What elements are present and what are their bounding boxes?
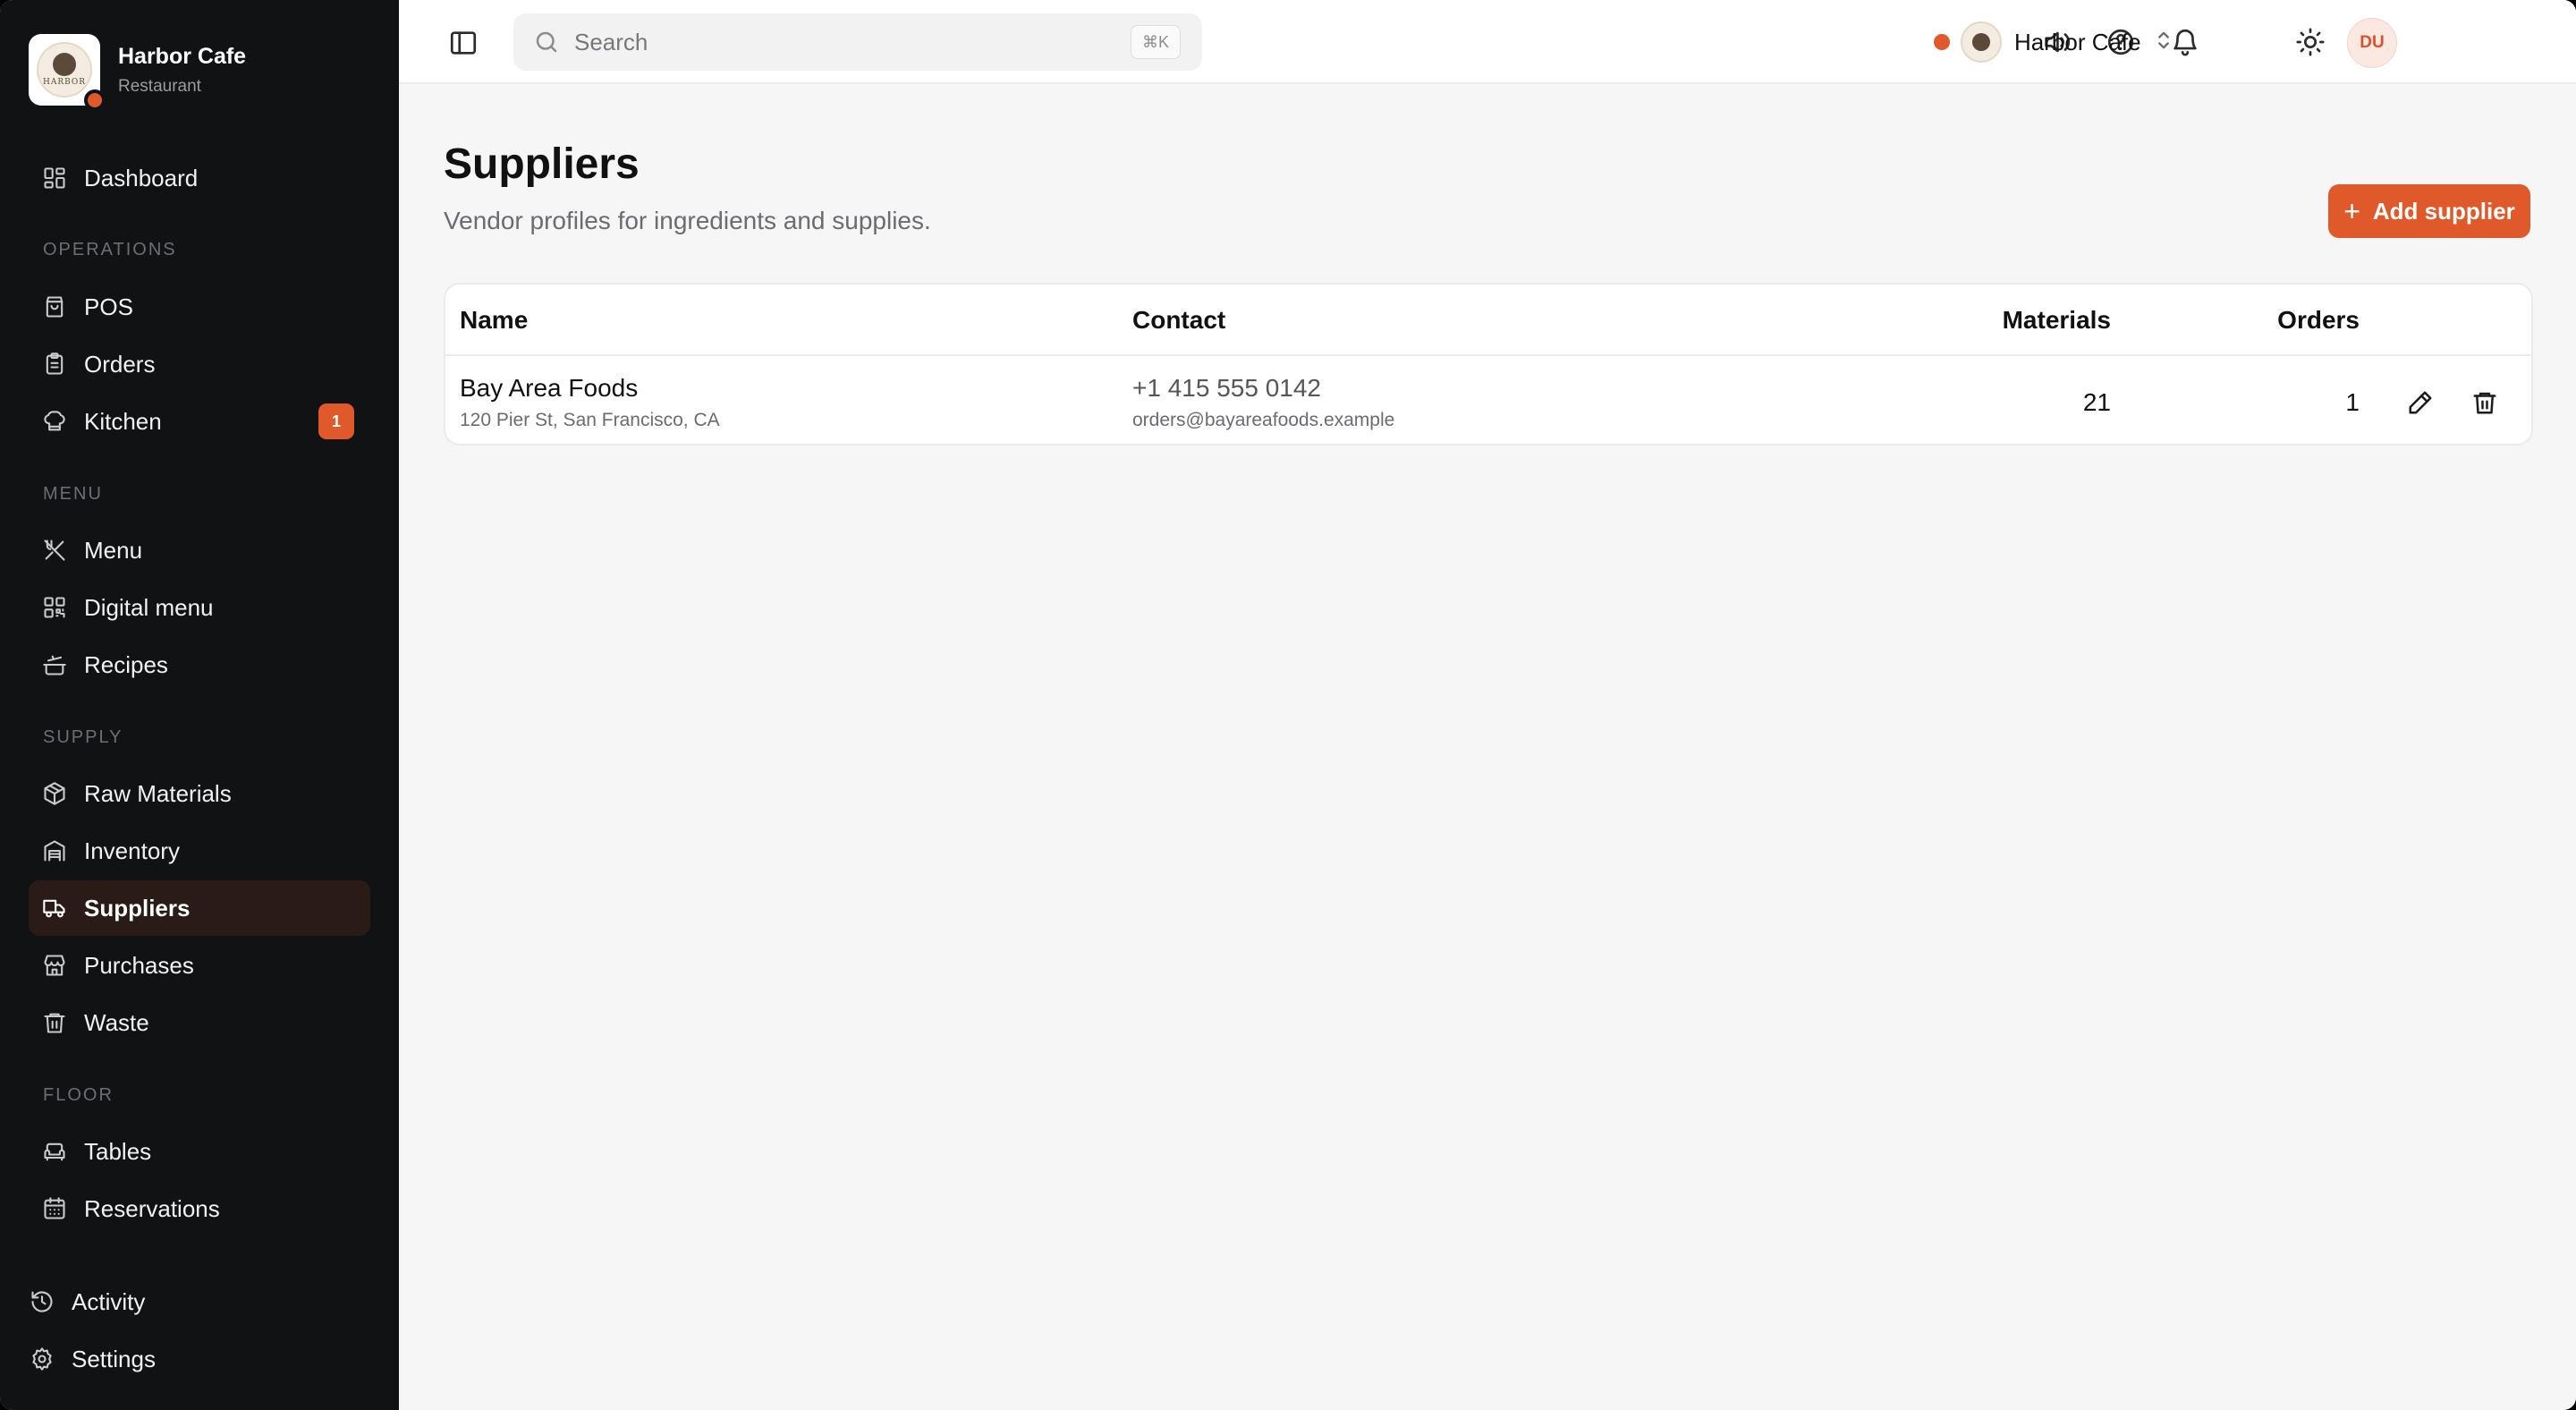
chef-hat-icon (41, 408, 68, 435)
store-icon (41, 952, 68, 979)
sidebar-item-tables[interactable]: Tables (29, 1124, 370, 1179)
dashboard-icon (41, 165, 68, 191)
supplier-materials-count: 21 (2082, 388, 2111, 416)
search-icon (536, 31, 557, 53)
column-header-orders[interactable]: Orders (2277, 306, 2360, 335)
section-label-floor: FLOOR (43, 1085, 114, 1105)
gear-icon (29, 1346, 55, 1372)
truck-icon (41, 895, 68, 922)
warehouse-icon (41, 837, 68, 864)
sidebar-item-label: Waste (84, 1008, 149, 1036)
sidebar-item-reservations[interactable]: Reservations (29, 1181, 370, 1236)
history-icon (29, 1288, 55, 1315)
suppliers-table: Name Contact Materials Orders Bay Area F… (444, 283, 2533, 446)
sidebar-item-menu[interactable]: Menu (29, 522, 370, 578)
topbar: ⌘K Harbor Cafe DU (399, 0, 2576, 84)
sidebar-item-label: POS (84, 293, 133, 320)
sidebar-item-pos[interactable]: POS (29, 279, 370, 335)
add-supplier-button[interactable]: + Add supplier (2328, 184, 2530, 238)
sidebar-item-label: Tables (84, 1137, 152, 1165)
calendar-icon (41, 1195, 68, 1222)
add-supplier-label: Add supplier (2372, 197, 2515, 225)
utensils-icon (41, 537, 68, 564)
delete-icon[interactable] (2467, 385, 2503, 420)
plus-icon: + (2343, 195, 2360, 227)
org-logo (1961, 21, 2002, 63)
chevron-up-down-icon (2154, 28, 2174, 57)
org-status-dot (1934, 34, 1950, 50)
page-title: Suppliers (444, 140, 640, 188)
shopping-bag-icon (41, 293, 68, 320)
sidebar-item-label: Raw Materials (84, 779, 232, 807)
column-header-contact[interactable]: Contact (1132, 306, 1225, 335)
sidebar-item-label: Orders (84, 350, 156, 378)
sidebar-item-inventory[interactable]: Inventory (29, 823, 370, 879)
sun-icon[interactable] (2293, 25, 2327, 59)
sidebar-item-label: Dashboard (84, 164, 199, 191)
sidebar-item-purchases[interactable]: Purchases (29, 938, 370, 993)
main-content: ⌘K Harbor Cafe DU Suppliers Ven (399, 0, 2576, 1410)
clipboard-icon (41, 351, 68, 378)
kitchen-count-badge: 1 (318, 403, 354, 439)
brand-name: Harbor Cafe (118, 43, 247, 69)
table-header: Name Contact Materials Orders (445, 285, 2531, 356)
sidebar-item-label: Kitchen (84, 407, 162, 435)
sidebar-item-label: Menu (84, 536, 143, 564)
search-box[interactable]: ⌘K (513, 13, 1202, 71)
cooking-pot-icon (41, 651, 68, 678)
brand-logo-word: HARBOR (42, 78, 87, 87)
supplier-orders-count: 1 (2345, 388, 2360, 416)
page-subtitle: Vendor profiles for ingredients and supp… (444, 207, 931, 234)
edit-icon[interactable] (2402, 385, 2438, 420)
org-name: Harbor Cafe (2014, 28, 2141, 55)
sidebar-item-label: Recipes (84, 650, 168, 678)
search-shortcut: ⌘K (1130, 25, 1181, 59)
sidebar: HARBOR Harbor Cafe Restaurant Dashboard … (0, 0, 399, 1410)
section-label-operations: OPERATIONS (43, 240, 177, 259)
sidebar-item-raw-materials[interactable]: Raw Materials (29, 766, 370, 821)
sidebar-item-label: Purchases (84, 951, 194, 979)
section-label-supply: SUPPLY (43, 727, 123, 747)
sidebar-item-label: Inventory (84, 837, 180, 864)
sidebar-item-label: Settings (72, 1345, 156, 1372)
app-window: HARBOR Harbor Cafe Restaurant Dashboard … (0, 0, 2576, 1410)
bell-icon[interactable] (2168, 25, 2202, 59)
supplier-email: orders@bayareafoods.example (1132, 410, 1395, 430)
sidebar-item-activity[interactable]: Activity (16, 1274, 383, 1329)
sofa-icon (41, 1138, 68, 1165)
package-icon (41, 780, 68, 807)
sidebar-item-orders[interactable]: Orders (29, 336, 370, 392)
sidebar-item-waste[interactable]: Waste (29, 995, 370, 1050)
sidebar-item-kitchen[interactable]: Kitchen 1 (29, 394, 370, 449)
org-switcher[interactable]: Harbor Cafe (1961, 18, 2174, 66)
supplier-name[interactable]: Bay Area Foods (460, 374, 638, 403)
sidebar-toggle-icon[interactable] (447, 27, 479, 59)
table-row[interactable]: Bay Area Foods 120 Pier St, San Francisc… (445, 358, 2531, 444)
avatar[interactable]: DU (2347, 18, 2397, 68)
column-header-name[interactable]: Name (460, 306, 528, 335)
status-dot (84, 89, 106, 111)
sidebar-item-recipes[interactable]: Recipes (29, 637, 370, 692)
sidebar-item-label: Activity (72, 1287, 146, 1315)
sidebar-item-dashboard[interactable]: Dashboard (29, 150, 370, 206)
sidebar-item-label: Reservations (84, 1194, 220, 1222)
supplier-address: 120 Pier St, San Francisco, CA (460, 410, 720, 430)
section-label-menu: MENU (43, 484, 103, 504)
sidebar-item-label: Suppliers (84, 894, 191, 922)
qr-code-icon (41, 594, 68, 621)
brand-logo: HARBOR (29, 34, 106, 111)
sidebar-item-suppliers[interactable]: Suppliers (29, 880, 370, 936)
trash-icon (41, 1009, 68, 1036)
brand[interactable]: HARBOR Harbor Cafe Restaurant (29, 34, 247, 111)
column-header-materials[interactable]: Materials (2003, 306, 2111, 335)
supplier-phone: +1 415 555 0142 (1132, 374, 1321, 402)
sidebar-item-digital-menu[interactable]: Digital menu (29, 580, 370, 635)
sidebar-item-label: Digital menu (84, 593, 214, 621)
brand-subtitle: Restaurant (118, 76, 201, 96)
sidebar-item-settings[interactable]: Settings (16, 1331, 383, 1387)
search-input[interactable] (574, 28, 1111, 56)
